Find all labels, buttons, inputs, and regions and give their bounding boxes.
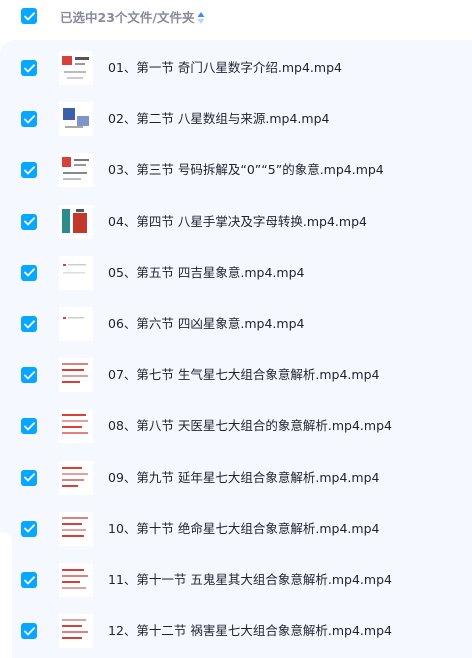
checkmark-icon bbox=[23, 11, 35, 20]
file-row[interactable]: 06、第六节 四凶星象意.mp4.mp4 bbox=[0, 298, 472, 349]
video-thumbnail-icon bbox=[62, 414, 88, 435]
file-checkbox[interactable] bbox=[21, 367, 37, 384]
file-name[interactable]: 09、第九节 延年星七大组合象意解析.mp4.mp4 bbox=[108, 470, 379, 486]
file-name[interactable]: 04、第四节 八星手掌决及字母转换.mp4.mp4 bbox=[108, 214, 367, 230]
video-thumbnail[interactable] bbox=[59, 51, 93, 85]
video-thumbnail-icon bbox=[63, 108, 89, 129]
video-thumbnail-icon bbox=[62, 466, 88, 487]
file-name[interactable]: 10、第十节 绝命星七大组合象意解析.mp4.mp4 bbox=[108, 521, 379, 537]
file-checkbox[interactable] bbox=[21, 469, 37, 486]
checkmark-icon bbox=[23, 473, 35, 482]
video-thumbnail[interactable] bbox=[59, 102, 93, 137]
checkmark-icon bbox=[23, 524, 35, 533]
file-name[interactable]: 01、第一节 奇门八星数字介绍.mp4.mp4 bbox=[108, 60, 342, 76]
checkmark-icon bbox=[23, 166, 35, 175]
select-all-checkbox[interactable] bbox=[21, 8, 37, 24]
video-thumbnail-icon bbox=[62, 363, 88, 384]
file-checkbox[interactable] bbox=[21, 520, 37, 537]
checkmark-icon bbox=[23, 114, 35, 124]
video-thumbnail-icon bbox=[62, 569, 88, 589]
checkmark-icon bbox=[23, 268, 35, 277]
file-row[interactable]: 05、第五节 四吉星象意.mp4.mp4 bbox=[0, 247, 472, 298]
file-list: 01、第一节 奇门八星数字介绍.mp4.mp4 02、第二节 八星数组与来源.mp… bbox=[0, 40, 472, 658]
file-row[interactable]: 03、第三节 号码拆解及“0”“5”的象意.mp4.mp4 bbox=[0, 144, 472, 195]
file-row[interactable]: 07、第七节 生气星七大组合象意解析.mp4.mp4 bbox=[0, 349, 472, 400]
checkmark-icon bbox=[23, 370, 35, 380]
checkmark-icon bbox=[23, 319, 35, 328]
checkmark-icon bbox=[23, 626, 35, 636]
video-thumbnail-icon bbox=[62, 516, 88, 537]
video-thumbnail[interactable] bbox=[59, 511, 93, 546]
checkmark-icon bbox=[23, 63, 35, 72]
video-thumbnail[interactable] bbox=[59, 614, 93, 649]
file-row[interactable]: 08、第八节 天医星七大组合的象意解析.mp4.mp4 bbox=[0, 400, 472, 451]
video-thumbnail[interactable] bbox=[59, 307, 93, 341]
checkmark-icon bbox=[23, 575, 35, 584]
video-thumbnail-icon bbox=[62, 619, 88, 640]
file-checkbox[interactable] bbox=[21, 60, 37, 76]
selection-count-label: 已选中23个文件/文件夹 bbox=[60, 10, 195, 25]
video-thumbnail[interactable] bbox=[59, 563, 93, 597]
video-thumbnail[interactable] bbox=[59, 255, 93, 290]
file-name[interactable]: 11、第十一节 五鬼星其大组合象意解析.mp4.mp4 bbox=[108, 572, 392, 588]
file-row[interactable]: 12、第十二节 祸害星七大组合象意解析.mp4.mp4 bbox=[0, 605, 472, 656]
file-checkbox[interactable] bbox=[21, 572, 37, 588]
sort-up-down-icon[interactable] bbox=[197, 11, 205, 25]
file-name[interactable]: 02、第二节 八星数组与来源.mp4.mp4 bbox=[108, 111, 329, 127]
file-row[interactable]: 11、第十一节 五鬼星其大组合象意解析.mp4.mp4 bbox=[0, 554, 472, 605]
video-thumbnail-icon bbox=[63, 317, 84, 319]
side-panel-edge bbox=[0, 532, 12, 658]
selection-header: 已选中23个文件/文件夹 bbox=[0, 0, 472, 40]
file-name[interactable]: 06、第六节 四凶星象意.mp4.mp4 bbox=[108, 316, 304, 332]
file-selection-page: 已选中23个文件/文件夹 01、第一节 奇门八星数字介绍.mp4.mp4 02、第… bbox=[0, 0, 472, 658]
file-checkbox[interactable] bbox=[21, 418, 37, 435]
file-name[interactable]: 07、第七节 生气星七大组合象意解析.mp4.mp4 bbox=[108, 367, 379, 383]
video-thumbnail[interactable] bbox=[59, 460, 93, 495]
file-checkbox[interactable] bbox=[21, 316, 37, 332]
video-thumbnail[interactable] bbox=[59, 409, 93, 444]
video-thumbnail-icon bbox=[63, 263, 86, 274]
file-name[interactable]: 08、第八节 天医星七大组合的象意解析.mp4.mp4 bbox=[108, 418, 392, 434]
checkmark-icon bbox=[23, 217, 35, 226]
checkmark-icon bbox=[23, 422, 35, 431]
file-row[interactable]: 10、第十节 绝命星七大组合象意解析.mp4.mp4 bbox=[0, 503, 472, 554]
file-row[interactable]: 04、第四节 八星手掌决及字母转换.mp4.mp4 bbox=[0, 196, 472, 247]
file-name[interactable]: 05、第五节 四吉星象意.mp4.mp4 bbox=[108, 265, 304, 281]
file-name[interactable]: 12、第十二节 祸害星七大组合象意解析.mp4.mp4 bbox=[108, 623, 392, 639]
file-checkbox[interactable] bbox=[21, 213, 37, 230]
file-row[interactable]: 02、第二节 八星数组与来源.mp4.mp4 bbox=[0, 93, 472, 144]
video-thumbnail-icon bbox=[62, 208, 87, 233]
file-checkbox[interactable] bbox=[21, 623, 37, 640]
video-thumbnail[interactable] bbox=[59, 358, 93, 393]
file-checkbox[interactable] bbox=[21, 264, 37, 281]
file-row[interactable]: 09、第九节 延年星七大组合象意解析.mp4.mp4 bbox=[0, 452, 472, 503]
file-name[interactable]: 03、第三节 号码拆解及“0”“5”的象意.mp4.mp4 bbox=[108, 162, 384, 178]
file-checkbox[interactable] bbox=[21, 162, 37, 179]
video-thumbnail-icon bbox=[62, 157, 89, 181]
video-thumbnail-icon bbox=[62, 56, 89, 79]
file-row[interactable]: 01、第一节 奇门八星数字介绍.mp4.mp4 bbox=[0, 42, 472, 93]
file-checkbox[interactable] bbox=[21, 111, 37, 128]
video-thumbnail[interactable] bbox=[59, 204, 93, 239]
video-thumbnail[interactable] bbox=[59, 153, 93, 188]
